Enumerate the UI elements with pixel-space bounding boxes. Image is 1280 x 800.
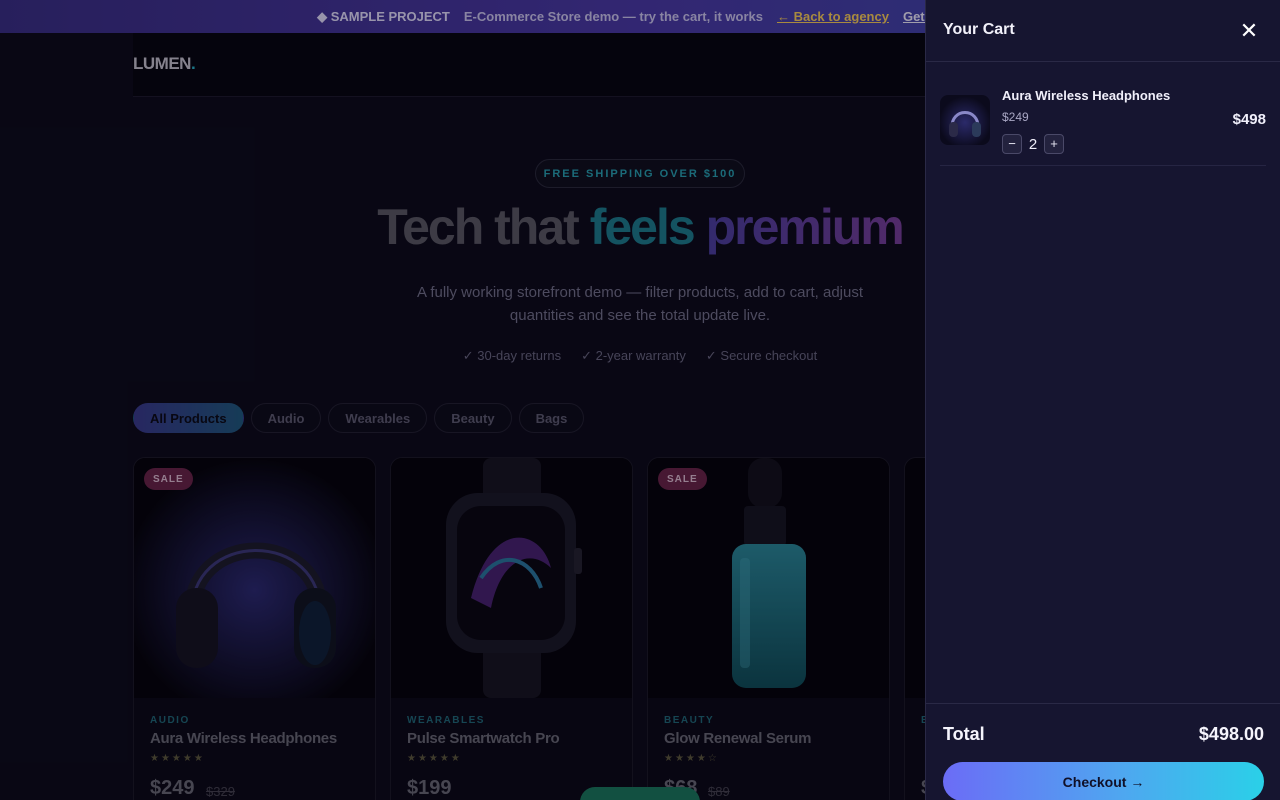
product-price: $199 (407, 777, 452, 799)
cart-header: Your Cart ✕ (926, 0, 1280, 62)
product-old-price: $329 (206, 784, 235, 799)
product-card[interactable]: WEARABLES Pulse Smartwatch Pro ★★★★★ $19… (390, 457, 633, 800)
cart-title: Your Cart (943, 21, 1015, 38)
total-label: Total (943, 724, 985, 744)
product-card[interactable]: SALE BEAUTY Glow Renewal Serum ★★★★☆ $68… (647, 457, 890, 800)
tab-bags[interactable]: Bags (518, 403, 585, 433)
free-shipping-pill: FREE SHIPPING OVER $100 (535, 159, 745, 188)
decrease-quantity-button[interactable]: − (1002, 134, 1022, 154)
checkout-button[interactable]: Checkout → (943, 762, 1264, 800)
product-category: WEARABLES (407, 715, 485, 726)
hero-subtitle: A fully working storefront demo — filter… (416, 284, 864, 324)
cart-line-item: Aura Wireless Headphones $249 − 2 + $498 (940, 80, 1266, 166)
logo-text: LUMEN (133, 54, 191, 73)
banner-description: E-Commerce Store demo — try the cart, it… (463, 9, 763, 24)
product-name[interactable]: Pulse Smartwatch Pro (407, 730, 560, 747)
sale-badge: SALE (658, 468, 707, 490)
product-old-price: $89 (708, 784, 730, 799)
cart-item-thumbnail (940, 95, 990, 145)
cart-item-unit-price: $249 (1002, 110, 1029, 124)
headphones-icon (949, 111, 981, 137)
perk-checkout: ✓ Secure checkout (705, 348, 818, 363)
perk-warranty: ✓ 2-year warranty (581, 348, 686, 363)
category-filter-tabs: All Products Audio Wearables Beauty Bags (133, 403, 585, 433)
tab-beauty[interactable]: Beauty (434, 403, 512, 433)
hero-title-accent-feels: feels (589, 199, 696, 255)
product-category: BEAUTY (664, 715, 715, 726)
site-header: LUMEN. (133, 33, 933, 97)
cart-footer: Total $498.00 Checkout → (926, 703, 1280, 800)
product-card[interactable]: SALE AUDIO Aura Wireless Headphones ★★★★… (133, 457, 376, 800)
product-image-smartwatch (391, 458, 632, 698)
hero-title-plain: Tech that (377, 199, 590, 255)
smartwatch-icon (391, 458, 632, 698)
back-to-agency-link[interactable]: ← Back to agency (777, 9, 889, 24)
total-value: $498.00 (1198, 724, 1264, 744)
product-image-serum (648, 458, 889, 698)
product-name[interactable]: Aura Wireless Headphones (150, 730, 337, 747)
perk-returns: ✓ 30-day returns (462, 348, 562, 363)
logo[interactable]: LUMEN. (133, 54, 196, 74)
logo-dot: . (190, 54, 196, 73)
rating-stars: ★★★★★ (407, 753, 462, 764)
rating-stars: ★★★★★ (150, 753, 205, 764)
cart-drawer: Your Cart ✕ Aura Wireless Headphones $24… (925, 0, 1280, 800)
cart-item-name: Aura Wireless Headphones (1002, 88, 1171, 103)
product-category: AUDIO (150, 715, 190, 726)
quantity-stepper: − 2 + (1002, 134, 1064, 154)
tab-wearables[interactable]: Wearables (328, 403, 428, 433)
serum-bottle-icon (648, 458, 889, 698)
sale-badge: SALE (144, 468, 193, 490)
tab-audio[interactable]: Audio (250, 403, 322, 433)
floating-cta-button[interactable] (580, 787, 700, 800)
banner-project-label: ◆ SAMPLE PROJECT (317, 8, 450, 24)
tab-all-products[interactable]: All Products (133, 403, 244, 433)
product-price: $249 (150, 777, 195, 799)
quantity-value: 2 (1028, 135, 1038, 153)
hero-title-accent-premium: premium (705, 199, 905, 255)
cart-item-line-total: $498 (1232, 111, 1266, 128)
product-name[interactable]: Glow Renewal Serum (664, 730, 811, 747)
product-image-headphones (134, 458, 375, 698)
increase-quantity-button[interactable]: + (1044, 134, 1064, 154)
headphones-icon (134, 458, 375, 698)
rating-stars: ★★★★☆ (664, 753, 719, 764)
close-icon[interactable]: ✕ (1237, 19, 1261, 43)
